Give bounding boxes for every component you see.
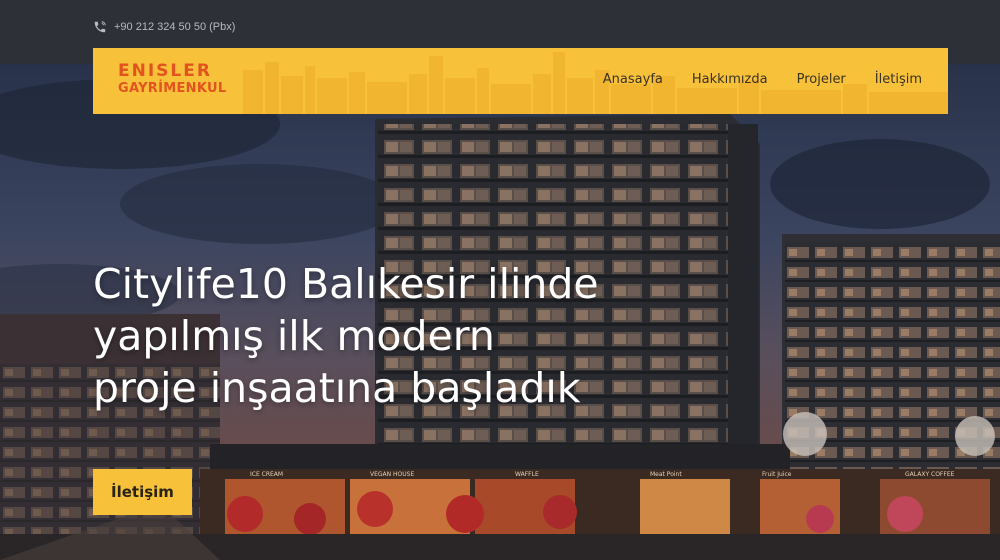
nav-menu: Anasayfa Hakkımızda Projeler İletişim — [603, 72, 922, 87]
svg-text:Meat Point: Meat Point — [650, 471, 682, 478]
hero-headline-line: proje inşaatına başladık — [93, 364, 581, 412]
brand-name: ENISLER — [118, 61, 212, 81]
hero-headline-line: Citylife10 Balıkesir ilinde — [93, 260, 599, 308]
svg-text:Fruit Juice: Fruit Juice — [762, 471, 792, 478]
svg-text:WAFFLE: WAFFLE — [515, 471, 539, 478]
contact-button[interactable]: İletişim — [93, 469, 192, 515]
svg-text:ICE CREAM: ICE CREAM — [250, 471, 283, 478]
nav-item-about[interactable]: Hakkımızda — [692, 72, 768, 87]
hero-headline-line: yapılmış ilk modern — [93, 312, 495, 360]
phone-number: +90 212 324 50 50 (Pbx) — [114, 21, 236, 33]
svg-text:VEGAN HOUSE: VEGAN HOUSE — [370, 471, 414, 478]
brand-subtitle: GAYRİMENKUL — [118, 81, 227, 96]
nav-item-projects[interactable]: Projeler — [797, 72, 846, 87]
hero-headline: Citylife10 Balıkesir ilinde yapılmış ilk… — [93, 258, 599, 414]
brand-logo[interactable]: ENISLER GAYRİMENKUL — [118, 61, 227, 96]
phone-contact[interactable]: +90 212 324 50 50 (Pbx) — [93, 20, 235, 34]
nav-item-home[interactable]: Anasayfa — [603, 72, 663, 87]
svg-text:GALAXY COFFEE: GALAXY COFFEE — [905, 471, 955, 478]
phone-icon — [94, 21, 106, 33]
nav-item-contact[interactable]: İletişim — [875, 72, 922, 87]
main-navbar: ENISLER GAYRİMENKUL Anasayfa Hakkımızda … — [93, 48, 948, 114]
